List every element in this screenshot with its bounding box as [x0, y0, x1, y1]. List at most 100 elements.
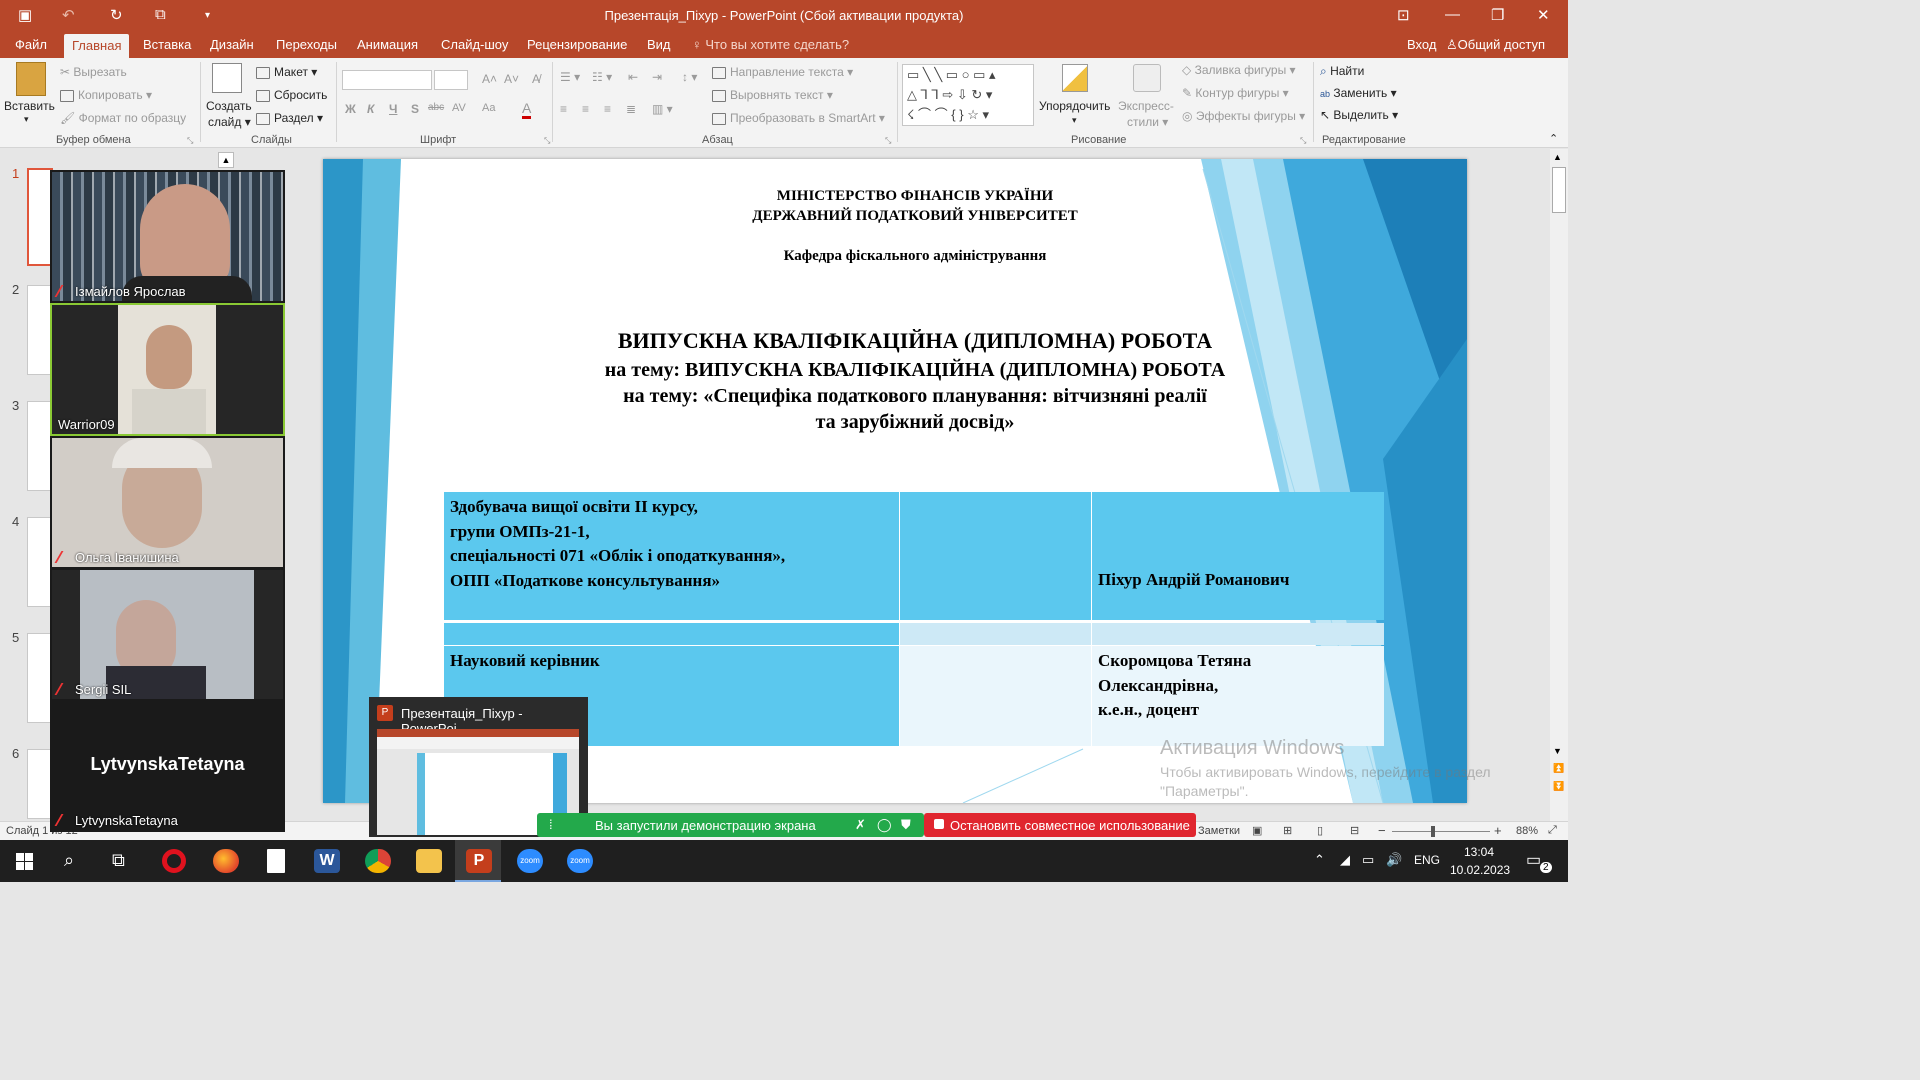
paragraph-launcher-icon[interactable]: ⤡ — [885, 136, 891, 146]
language-indicator[interactable]: ENG — [1414, 853, 1440, 867]
clock-time[interactable]: 13:04 — [1464, 845, 1494, 859]
tab-design[interactable]: Дизайн — [210, 37, 254, 52]
slideshow-view-icon[interactable]: ⊟ — [1350, 824, 1359, 837]
tab-insert[interactable]: Вставка — [143, 37, 191, 52]
word-icon[interactable]: W — [314, 849, 340, 873]
minimize-icon[interactable]: — — [1445, 6, 1460, 23]
reset-button[interactable]: Сбросить — [256, 88, 327, 102]
columns-icon[interactable]: ▥ ▾ — [652, 102, 673, 116]
search-icon[interactable]: ⌕ — [64, 850, 74, 871]
select-button[interactable]: ↖ Выделить ▾ — [1320, 108, 1398, 122]
format-painter-button[interactable]: 🖌 Формат по образцу — [60, 111, 186, 125]
shape-effects-button[interactable]: ◎ Эффекты фигуры ▾ — [1182, 109, 1305, 123]
tab-transitions[interactable]: Переходы — [276, 37, 337, 52]
shape-fill-button[interactable]: ◇ Заливка фигуры ▾ — [1182, 63, 1296, 77]
tab-slideshow[interactable]: Слайд-шоу — [441, 37, 508, 52]
paste-icon[interactable] — [16, 62, 46, 96]
align-left-icon[interactable]: ≡ — [560, 102, 567, 116]
replace-button[interactable]: ab Заменить ▾ — [1320, 86, 1397, 100]
stop-share-button[interactable]: Остановить совместное использование — [924, 813, 1196, 837]
restore-icon[interactable]: ❐ — [1491, 6, 1504, 24]
powerpoint-taskbar-icon[interactable]: P — [466, 849, 492, 873]
zoom-level[interactable]: 88% — [1516, 825, 1538, 837]
slide-sorter-icon[interactable]: ⊞ — [1283, 824, 1292, 837]
paste-dropdown-icon[interactable]: ▾ — [24, 114, 29, 125]
folder-icon[interactable] — [416, 849, 442, 873]
clock-date[interactable]: 10.02.2023 — [1450, 863, 1510, 877]
zoom-out-icon[interactable]: − — [1378, 823, 1386, 838]
font-launcher-icon[interactable]: ⤡ — [544, 136, 550, 146]
notifications-icon[interactable]: ▭ — [1526, 850, 1541, 870]
zoom-icon[interactable]: zoom — [517, 849, 543, 873]
tab-view[interactable]: Вид — [647, 37, 671, 52]
shape-outline-button[interactable]: ✎ Контур фигуры ▾ — [1182, 86, 1289, 100]
participant-tile[interactable]: Sergii SIL — [52, 570, 283, 699]
next-slide-icon[interactable]: ⏬ — [1553, 781, 1564, 792]
new-slide-label-1[interactable]: Создать — [206, 99, 252, 113]
participant-tile[interactable]: Ольга Іванишина — [52, 438, 283, 567]
shapes-gallery[interactable]: ▭ ╲ ╲ ▭ ○ ▭ ▴ △ ⅂ ⅂ ⇨ ⇩ ↻ ▾ ☇ ⌒ ⌒ { } ☆ ▾ — [902, 64, 1034, 126]
section-button[interactable]: Раздел ▾ — [256, 111, 323, 125]
scrollbar-thumb[interactable] — [1552, 167, 1566, 213]
notes-button[interactable]: Заметки — [1198, 825, 1240, 837]
normal-view-icon[interactable]: ▣ — [1252, 824, 1262, 837]
arrange-button[interactable]: Упорядочить — [1039, 99, 1110, 113]
mic-icon[interactable]: ✗ — [855, 817, 866, 833]
smartart-button[interactable]: Преобразовать в SmartArt ▾ — [712, 111, 885, 125]
sign-in-link[interactable]: Вход — [1407, 37, 1436, 52]
zoom-slider[interactable] — [1392, 831, 1490, 832]
chrome-icon[interactable] — [365, 849, 391, 873]
justify-icon[interactable]: ≣ — [626, 102, 636, 116]
character-spacing-button[interactable]: AV — [452, 102, 466, 114]
clear-formatting-icon[interactable]: A̸ — [532, 72, 540, 86]
copy-button[interactable]: Копировать ▾ — [60, 88, 152, 102]
new-slide-icon[interactable] — [212, 63, 242, 93]
bullets-icon[interactable]: ☰ ▾ — [560, 70, 580, 84]
thumbnails-scroll-up-icon[interactable]: ▲ — [218, 152, 234, 168]
text-direction-button[interactable]: Направление текста ▾ — [712, 65, 853, 79]
share-button[interactable]: ♙Общий доступ — [1446, 37, 1545, 53]
arrange-dropdown-icon[interactable]: ▾ — [1072, 115, 1077, 126]
tab-home[interactable]: Главная — [64, 34, 130, 58]
shrink-font-icon[interactable]: A˅ — [504, 72, 519, 86]
paste-button[interactable]: Вставить — [4, 99, 55, 113]
font-color-button[interactable]: A — [522, 100, 532, 119]
arrange-icon[interactable] — [1062, 64, 1088, 92]
quick-styles-icon[interactable] — [1133, 64, 1161, 92]
find-button[interactable]: ⌕ Найти — [1320, 64, 1364, 79]
quick-styles-label-2[interactable]: стили ▾ — [1127, 115, 1168, 129]
firefox-icon[interactable] — [213, 849, 239, 873]
change-case-button[interactable]: Aa — [482, 102, 495, 114]
decrease-indent-icon[interactable]: ⇤ — [628, 70, 638, 84]
font-size-input[interactable] — [434, 70, 468, 90]
font-name-input[interactable] — [342, 70, 432, 90]
volume-icon[interactable]: 🔊 — [1386, 852, 1402, 868]
align-text-button[interactable]: Выровнять текст ▾ — [712, 88, 833, 102]
tab-review[interactable]: Рецензирование — [527, 37, 627, 52]
underline-button[interactable]: Ч — [389, 102, 397, 116]
video-icon[interactable]: ◯ — [877, 817, 892, 833]
participant-tile-active-speaker[interactable]: Warrior09 — [50, 303, 285, 436]
shield-icon[interactable]: ⛊ — [901, 817, 911, 833]
tab-animations[interactable]: Анимация — [357, 37, 418, 52]
shadow-button[interactable]: S — [411, 102, 419, 116]
line-spacing-icon[interactable]: ↕ ▾ — [682, 70, 697, 84]
align-center-icon[interactable]: ≡ — [582, 102, 589, 116]
drawing-launcher-icon[interactable]: ⤡ — [1300, 136, 1306, 146]
zoom-slider-thumb[interactable] — [1431, 826, 1435, 837]
clipboard-launcher-icon[interactable]: ⤡ — [187, 136, 193, 146]
grow-font-icon[interactable]: A˄ — [482, 72, 497, 86]
bold-button[interactable]: Ж — [345, 102, 356, 116]
participant-tile[interactable]: LytvynskaTetayna LytvynskaTetayna — [52, 702, 283, 830]
numbering-icon[interactable]: ☷ ▾ — [592, 70, 612, 84]
new-slide-label-2[interactable]: слайд ▾ — [208, 115, 251, 129]
tab-file[interactable]: Файл — [15, 37, 47, 52]
windows-start-icon[interactable] — [16, 853, 33, 870]
drag-handle-icon[interactable]: ⁞ — [549, 817, 553, 832]
scroll-up-icon[interactable]: ▲ — [1553, 152, 1562, 162]
zoom-in-icon[interactable]: + — [1494, 823, 1502, 838]
italic-button[interactable]: К — [367, 102, 374, 116]
zoom-meeting-icon[interactable]: zoom — [567, 849, 593, 873]
previous-slide-icon[interactable]: ⏫ — [1553, 763, 1564, 774]
align-right-icon[interactable]: ≡ — [604, 102, 611, 116]
